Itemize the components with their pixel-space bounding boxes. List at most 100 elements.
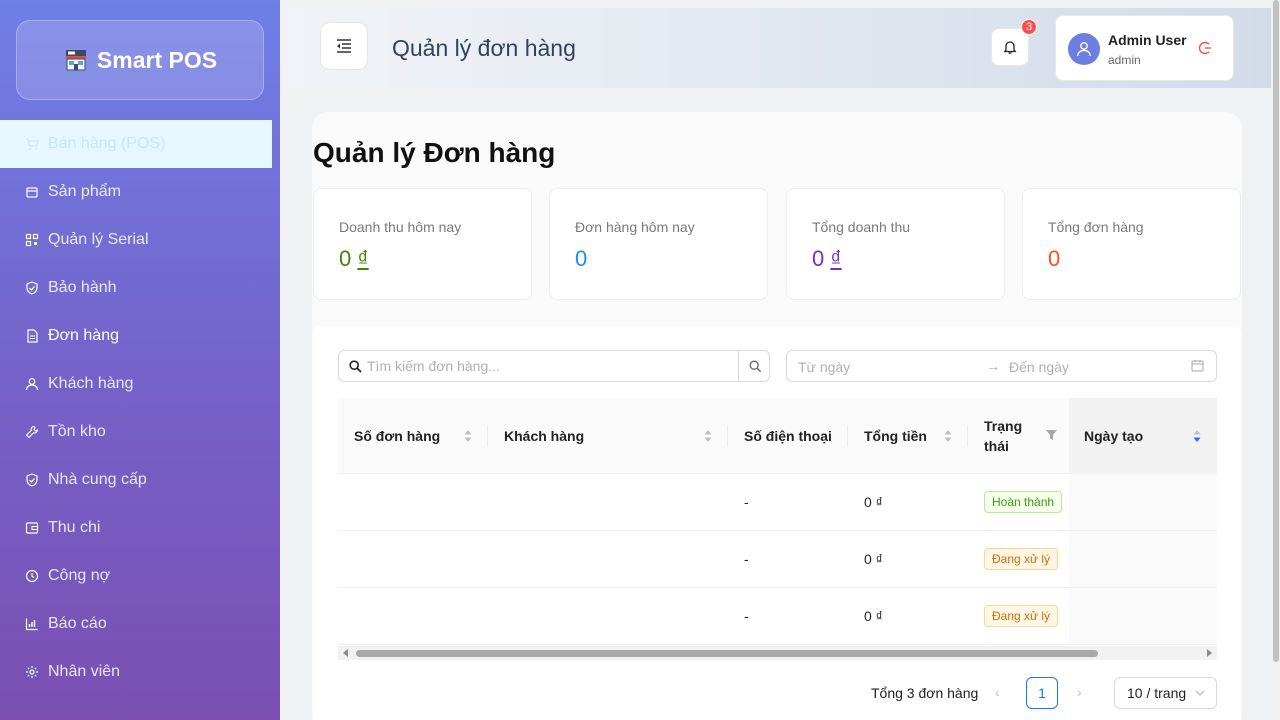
table-row[interactable]: - 0 ₫ Hoàn thành: [338, 474, 1217, 531]
column-created-date[interactable]: Ngày tạo: [1069, 398, 1217, 474]
stat-value: 0: [575, 246, 587, 272]
sidebar-item-serial[interactable]: Quản lý Serial: [0, 216, 272, 264]
column-label: Trạng thái: [984, 418, 1023, 454]
notification-badge: 3: [1021, 19, 1038, 35]
sidebar-item-label: Bảo hành: [48, 279, 117, 296]
logo[interactable]: Smart POS: [16, 20, 264, 100]
cell-status: Hoàn thành: [984, 474, 1063, 530]
column-customer[interactable]: Khách hàng: [488, 398, 728, 474]
column-label: Tổng tiền: [864, 428, 927, 444]
column-phone: Số điện thoại: [728, 398, 848, 474]
sort-desc-icon: [1193, 430, 1201, 442]
table-row[interactable]: - 0 ₫ Đang xử lý: [338, 531, 1217, 588]
cell-created-date: [1069, 588, 1217, 644]
sort-icon: [464, 430, 472, 442]
stat-number: 0: [339, 246, 352, 271]
user-role: admin: [1108, 53, 1141, 67]
page-title: Quản lý Đơn hàng: [313, 137, 556, 168]
pagination-page-1[interactable]: 1: [1026, 677, 1058, 709]
sidebar-item-warranty[interactable]: Bảo hành: [0, 264, 272, 312]
sidebar-item-cashflow[interactable]: Thu chi: [0, 504, 272, 552]
user-icon: [1077, 42, 1091, 57]
store-icon: [65, 50, 86, 71]
sidebar-item-customers[interactable]: Khách hàng: [0, 360, 272, 408]
stat-card-total-orders: Tổng đơn hàng 0: [1022, 188, 1241, 300]
stat-card-today-revenue: Doanh thu hôm nay 0 ₫: [313, 188, 532, 300]
menu-toggle-button[interactable]: [320, 22, 368, 70]
column-order-number[interactable]: Số đơn hàng: [338, 398, 488, 474]
sidebar-item-label: Nhân viên: [48, 663, 121, 680]
stat-label: Doanh thu hôm nay: [339, 219, 462, 235]
sort-icon: [944, 430, 952, 442]
cell-status: Đang xử lý: [984, 531, 1059, 587]
column-total[interactable]: Tổng tiền: [848, 398, 968, 474]
bell-icon: [1003, 41, 1017, 54]
sidebar-item-staff[interactable]: Nhân viên: [0, 648, 272, 696]
user-name: Admin User: [1108, 32, 1187, 48]
date-range-picker[interactable]: Từ ngày → Đến ngày: [786, 350, 1217, 382]
status-badge: Đang xử lý: [984, 605, 1059, 627]
sidebar-item-reports[interactable]: Báo cáo: [0, 600, 272, 648]
cell-status: Đang xử lý: [984, 588, 1059, 644]
sidebar-item-label: Khách hàng: [48, 375, 134, 392]
date-to-input[interactable]: Đến ngày: [1009, 359, 1069, 375]
page-header-title: Quản lý đơn hàng: [392, 35, 576, 61]
cell-total: 0 ₫: [864, 551, 883, 567]
main-content: Quản lý Đơn hàng Doanh thu hôm nay 0 ₫ Đ…: [312, 112, 1242, 720]
sidebar-item-pos[interactable]: Bán hàng (POS): [0, 120, 272, 168]
user-menu[interactable]: Admin User admin: [1055, 15, 1234, 81]
shield-check-icon: [25, 473, 39, 487]
sidebar-item-debt[interactable]: Công nợ: [0, 552, 272, 600]
stat-card-total-revenue: Tổng doanh thu 0 ₫: [786, 188, 1005, 300]
sidebar-item-label: Báo cáo: [48, 615, 107, 632]
sidebar-item-inventory[interactable]: Tồn kho: [0, 408, 272, 456]
stat-number: 0: [1048, 246, 1061, 271]
filter-icon[interactable]: [1046, 430, 1057, 440]
sidebar-item-label: Quản lý Serial: [48, 231, 149, 248]
menu-fold-icon: [337, 39, 351, 53]
orders-table-card: Từ ngày → Đến ngày Số đơn hàng Khách hàn…: [313, 326, 1241, 720]
column-label: Ngày tạo: [1084, 428, 1144, 444]
search-input[interactable]: [367, 351, 737, 381]
table-row[interactable]: - 0 ₫ Đang xử lý: [338, 588, 1217, 645]
top-header: Quản lý đơn hàng 3 Admin User admin: [288, 8, 1271, 88]
table-horizontal-scrollbar[interactable]: [338, 646, 1217, 660]
scroll-right-arrow[interactable]: [1207, 649, 1212, 657]
sort-icon: [704, 430, 712, 442]
currency-symbol: ₫: [357, 246, 369, 271]
qrcode-icon: [25, 233, 39, 247]
wrench-icon: [25, 425, 39, 439]
page-size-select[interactable]: 10 / trang: [1114, 677, 1217, 709]
search-box: [338, 350, 770, 382]
sidebar-item-products[interactable]: Sản phẩm: [0, 168, 272, 216]
currency-symbol: ₫: [830, 246, 842, 271]
column-label: Khách hàng: [504, 428, 585, 444]
column-label: Số điện thoại: [744, 428, 832, 444]
stat-card-today-orders: Đơn hàng hôm nay 0: [549, 188, 768, 300]
logout-button[interactable]: [1198, 41, 1212, 60]
sidebar-item-orders[interactable]: Đơn hàng: [0, 312, 272, 360]
gear-icon: [25, 665, 39, 679]
sidebar-item-label: Nhà cung cấp: [48, 471, 147, 488]
sidebar-item-suppliers[interactable]: Nhà cung cấp: [0, 456, 272, 504]
sidebar-item-label: Tồn kho: [48, 423, 106, 440]
avatar: [1068, 33, 1100, 65]
sidebar-item-label: Đơn hàng: [48, 327, 119, 344]
search-button[interactable]: [738, 350, 771, 382]
scroll-left-arrow[interactable]: [343, 649, 348, 657]
scrollbar-thumb[interactable]: [356, 650, 1098, 657]
stat-label: Tổng doanh thu: [812, 219, 911, 235]
page-vertical-scrollbar[interactable]: [1272, 0, 1280, 720]
scrollbar-thumb[interactable]: [1273, 0, 1279, 662]
pagination-prev-button[interactable]: ‹: [995, 684, 1000, 700]
search-icon: [349, 360, 362, 373]
logout-icon: [1198, 41, 1211, 55]
table-header: Số đơn hàng Khách hàng Số điện thoại Tổn…: [338, 398, 1217, 474]
pagination-next-button[interactable]: ›: [1077, 684, 1082, 700]
cell-phone: -: [744, 551, 749, 567]
notifications-button[interactable]: [991, 28, 1029, 66]
stat-number: 0: [575, 246, 588, 271]
column-status[interactable]: Trạng thái: [968, 398, 1069, 474]
date-from-input[interactable]: Từ ngày: [798, 359, 850, 375]
sidebar-item-label: Công nợ: [48, 567, 111, 584]
